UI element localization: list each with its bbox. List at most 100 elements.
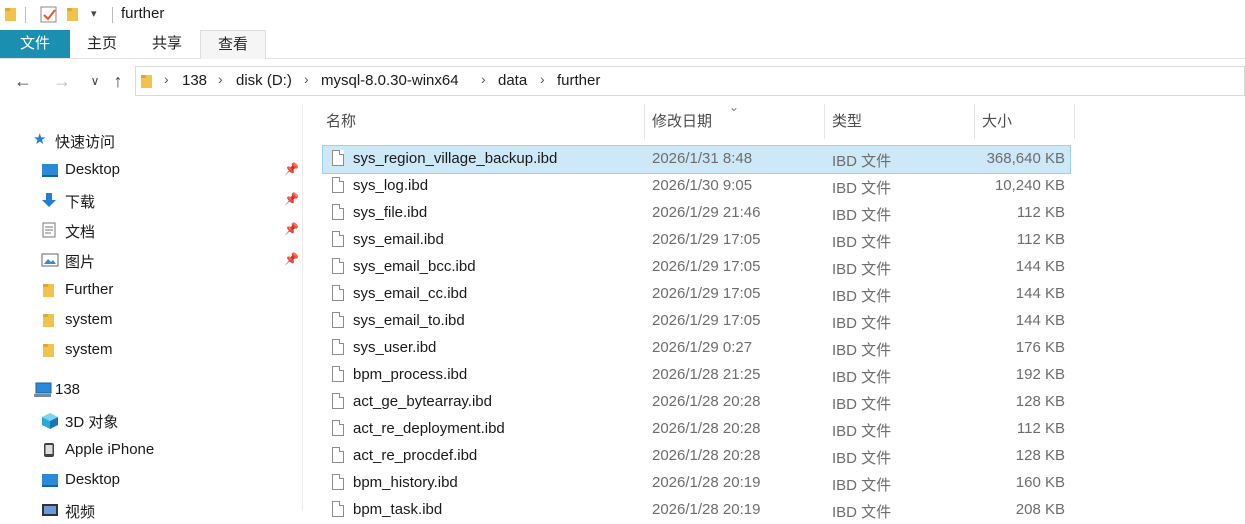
- nav-item-apple-iphone[interactable]: Apple iPhone: [0, 436, 300, 464]
- file-icon: [332, 420, 344, 436]
- file-row[interactable]: sys_email_bcc.ibd 2026/1/29 17:05 IBD 文件 14…: [323, 254, 1070, 281]
- folder-icon: [4, 6, 18, 26]
- breadcrumb-item[interactable]: further: [557, 72, 600, 89]
- breadcrumb-chevron-icon[interactable]: ›: [218, 71, 223, 87]
- file-type: IBD 文件: [832, 207, 892, 224]
- file-name: sys_email_to.ibd: [353, 312, 465, 329]
- nav-quick-access[interactable]: ★ 快速访问: [0, 126, 300, 154]
- breadcrumb-chevron-icon[interactable]: ›: [481, 71, 486, 87]
- file-date-modified: 2026/1/29 17:05: [652, 312, 761, 329]
- breadcrumb-chevron-icon[interactable]: ›: [540, 71, 545, 87]
- file-date-modified: 2026/1/28 20:28: [652, 447, 761, 464]
- nav-item-documents[interactable]: 文档 📌: [0, 216, 300, 244]
- file-icon: [332, 501, 344, 517]
- file-date-modified: 2026/1/28 20:28: [652, 420, 761, 437]
- download-icon: [41, 192, 57, 208]
- nav-item-desktop[interactable]: Desktop 📌: [0, 156, 300, 184]
- tab-view[interactable]: 查看: [200, 30, 266, 60]
- file-type: IBD 文件: [832, 423, 892, 440]
- file-name: sys_file.ibd: [353, 204, 428, 221]
- nav-item-pictures[interactable]: 图片 📌: [0, 246, 300, 274]
- file-row[interactable]: sys_email.ibd 2026/1/29 17:05 IBD 文件 112 KB: [323, 227, 1070, 254]
- nav-this-pc[interactable]: 138: [0, 376, 300, 404]
- recent-locations-chevron-icon[interactable]: ∨: [83, 69, 107, 93]
- breadcrumb-item[interactable]: data: [498, 72, 527, 89]
- file-name: sys_user.ibd: [353, 339, 437, 356]
- nav-item-system[interactable]: system: [0, 336, 300, 364]
- breadcrumb-item[interactable]: disk (D:): [236, 72, 292, 89]
- address-bar[interactable]: › 138 › disk (D:) › mysql-8.0.30-winx64 …: [135, 66, 1245, 96]
- file-row[interactable]: sys_user.ibd 2026/1/29 0:27 IBD 文件 176 KB: [323, 335, 1070, 362]
- computer-icon: [33, 382, 52, 398]
- file-name: act_re_deployment.ibd: [353, 420, 505, 437]
- file-size: 160 KB: [1015, 474, 1065, 491]
- nav-item-3d-objects[interactable]: 3D 对象: [0, 406, 300, 434]
- title-bar: ▾ further: [0, 0, 1245, 30]
- nav-item-downloads[interactable]: 下载 📌: [0, 186, 300, 214]
- new-folder-icon[interactable]: [66, 6, 82, 26]
- breadcrumb-chevron-icon[interactable]: ›: [304, 71, 309, 87]
- file-row[interactable]: sys_log.ibd 2026/1/30 9:05 IBD 文件 10,240 KB: [323, 173, 1070, 200]
- folder-icon: [42, 282, 58, 298]
- file-type: IBD 文件: [832, 288, 892, 305]
- properties-check-icon[interactable]: [40, 6, 58, 28]
- file-icon: [332, 312, 344, 328]
- quick-access-dropdown-icon[interactable]: ▾: [91, 7, 97, 20]
- file-size: 208 KB: [1015, 501, 1065, 518]
- nav-item-further[interactable]: Further: [0, 276, 300, 304]
- desktop-icon: [41, 162, 58, 178]
- file-icon: [332, 474, 344, 490]
- file-row[interactable]: bpm_process.ibd 2026/1/28 21:25 IBD 文件 192 …: [323, 362, 1070, 389]
- tab-file[interactable]: 文件: [0, 30, 70, 58]
- file-size: 112 KB: [1016, 204, 1065, 221]
- file-icon: [332, 177, 344, 193]
- file-icon: [332, 204, 344, 220]
- breadcrumb-chevron-icon[interactable]: ›: [164, 71, 169, 87]
- file-row[interactable]: act_re_deployment.ibd 2026/1/28 20:28 IBD …: [323, 416, 1070, 443]
- file-row[interactable]: act_ge_bytearray.ibd 2026/1/28 20:28 IBD 文…: [323, 389, 1070, 416]
- breadcrumb-item[interactable]: mysql-8.0.30-winx64: [321, 72, 459, 89]
- pin-icon[interactable]: 📌: [284, 252, 299, 266]
- file-date-modified: 2026/1/29 21:46: [652, 204, 761, 221]
- file-type: IBD 文件: [832, 153, 892, 170]
- forward-arrow-icon[interactable]: →: [50, 69, 74, 93]
- file-size: 10,240 KB: [994, 177, 1065, 194]
- file-row[interactable]: sys_email_cc.ibd 2026/1/29 17:05 IBD 文件 144…: [323, 281, 1070, 308]
- file-size: 144 KB: [1015, 285, 1065, 302]
- column-header-type[interactable]: 类型: [832, 104, 862, 139]
- column-header-date[interactable]: 修改日期: [652, 104, 712, 139]
- file-row[interactable]: sys_email_to.ibd 2026/1/29 17:05 IBD 文件 144…: [323, 308, 1070, 335]
- file-row[interactable]: sys_file.ibd 2026/1/29 21:46 IBD 文件 112 KB: [323, 200, 1070, 227]
- folder-icon: [140, 73, 154, 93]
- pin-icon[interactable]: 📌: [284, 192, 299, 206]
- column-header-name[interactable]: 名称: [326, 104, 356, 139]
- file-row[interactable]: act_re_procdef.ibd 2026/1/28 20:28 IBD 文件 1…: [323, 443, 1070, 470]
- desktop-icon: [41, 472, 58, 488]
- pin-icon[interactable]: 📌: [284, 222, 299, 236]
- 3d-objects-icon: [41, 412, 58, 429]
- back-arrow-icon[interactable]: ←: [11, 69, 35, 93]
- file-name: sys_email.ibd: [353, 231, 444, 248]
- tab-share[interactable]: 共享: [134, 30, 200, 58]
- file-type: IBD 文件: [832, 369, 892, 386]
- nav-item-system[interactable]: system: [0, 306, 300, 334]
- file-row[interactable]: sys_region_village_backup.ibd 2026/1/31 8…: [322, 145, 1071, 174]
- file-row[interactable]: bpm_history.ibd 2026/1/28 20:19 IBD 文件 160 …: [323, 470, 1070, 497]
- tab-home[interactable]: 主页: [70, 30, 134, 58]
- file-type: IBD 文件: [832, 315, 892, 332]
- up-arrow-icon[interactable]: ↑: [106, 69, 130, 93]
- nav-item-videos[interactable]: 视频: [0, 496, 300, 524]
- file-size: 128 KB: [1015, 447, 1065, 464]
- star-icon: ★: [33, 131, 47, 148]
- file-size: 112 KB: [1016, 420, 1065, 437]
- file-date-modified: 2026/1/29 17:05: [652, 258, 761, 275]
- file-size: 176 KB: [1015, 339, 1065, 356]
- column-header-size[interactable]: 大小: [982, 104, 1012, 139]
- breadcrumb-item[interactable]: 138: [182, 72, 207, 89]
- pin-icon[interactable]: 📌: [284, 162, 299, 176]
- file-type: IBD 文件: [832, 477, 892, 494]
- file-size: 144 KB: [1015, 258, 1065, 275]
- file-icon: [332, 366, 344, 382]
- nav-item-desktop[interactable]: Desktop: [0, 466, 300, 494]
- file-name: bpm_history.ibd: [353, 474, 458, 491]
